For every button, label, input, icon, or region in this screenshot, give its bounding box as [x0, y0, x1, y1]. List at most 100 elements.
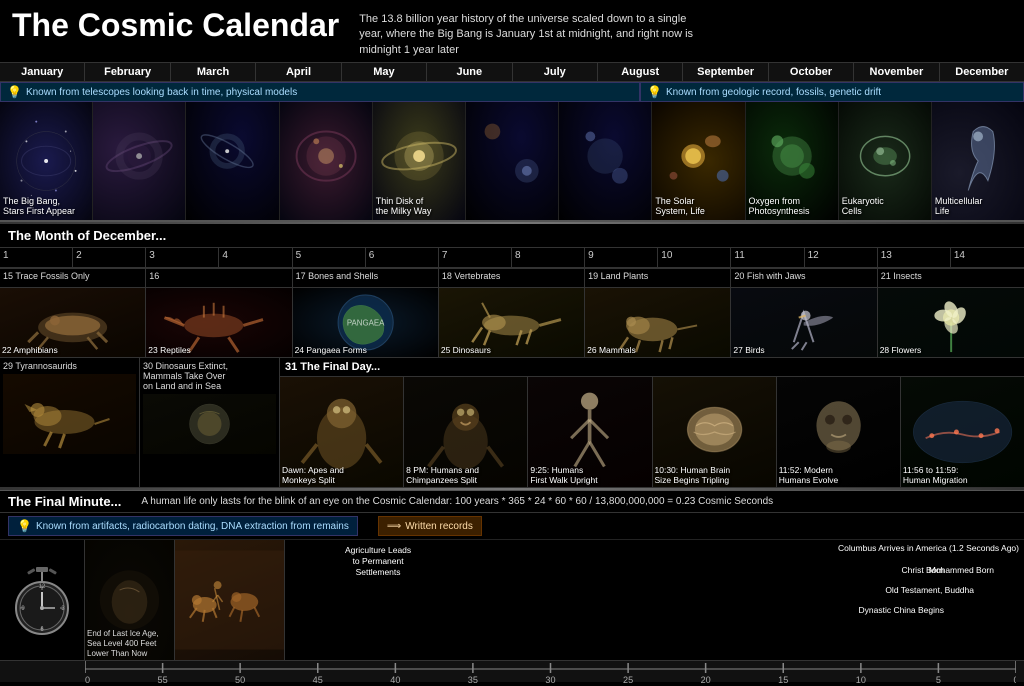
dec-day-14: 14 [951, 248, 1024, 268]
final-minute-subtitle: A human life only lasts for the blink of… [141, 496, 773, 507]
dec-caption-27: 27 Birds [733, 345, 764, 355]
img-jul [559, 102, 652, 220]
final-1030-brain: 10:30: Human BrainSize Begins Tripling [653, 377, 777, 487]
svg-text:35: 35 [468, 675, 478, 683]
final-caption-dawn: Dawn: Apes andMonkeys Split [282, 465, 344, 485]
img-dec-multi: MulticellularLife [932, 102, 1024, 220]
dec-day-1: 1 [0, 248, 73, 268]
img-may: Thin Disk ofthe Milky Way [373, 102, 466, 220]
dec-img-flowers: 28 Flowers [878, 288, 1024, 357]
dec-day-4: 4 [219, 248, 292, 268]
final-925-upright: 9:25: HumansFirst Walk Upright [528, 377, 652, 487]
dec-img-reptiles: 23 Reptiles [146, 288, 292, 357]
img-caption-nov: EukaryoticCells [842, 196, 884, 218]
lightbulb-icon2: 💡 [647, 85, 662, 99]
dec-cell-31: 31 The Final Day... Dawn: Apes andMonkey… [280, 358, 1024, 487]
dec-label-30: 30 Dinosaurs Extinct,Mammals Take Overon… [143, 361, 276, 391]
dec-img-mammals: 26 Mammals [585, 288, 731, 357]
month-october: October [769, 63, 854, 81]
dec-img-tyranno [3, 374, 136, 454]
dec-day-11: 11 [731, 248, 804, 268]
telescope-text: Known from telescopes looking back in ti… [26, 87, 297, 98]
dec-event-16: 16 [146, 269, 292, 287]
svg-text:5: 5 [936, 675, 941, 683]
img-caption-jan: The Big Bang,Stars First Appear [3, 196, 75, 218]
img-caption-dec-multi: MulticellularLife [935, 196, 983, 218]
header: The Cosmic Calendar The 13.8 billion yea… [0, 0, 1024, 62]
svg-text:45: 45 [313, 675, 323, 683]
page-title: The Cosmic Calendar [12, 8, 339, 43]
svg-text:12: 12 [39, 584, 46, 590]
tl-text-events: Agriculture Leadsto PermanentSettlements… [285, 540, 1024, 660]
dec-img-birds: 27 Birds [731, 288, 877, 357]
ruler-svg: 60 55 50 45 40 35 30 25 20 15 [85, 661, 1016, 683]
svg-text:15: 15 [778, 675, 788, 683]
dec-event-19: 19 Land Plants [585, 269, 731, 287]
final-caption-8pm: 8 PM: Humans andChimpanzees Split [406, 465, 479, 485]
final-caption-925: 9:25: HumansFirst Walk Upright [530, 465, 597, 485]
month-august: August [598, 63, 683, 81]
dec-event-15: 15 Trace Fossils Only [0, 269, 146, 287]
telescope-banner: 💡 Known from telescopes looking back in … [0, 82, 640, 102]
dec-day-8: 8 [512, 248, 585, 268]
december-days-grid: 1 2 3 4 5 6 7 8 9 10 11 12 13 14 [0, 248, 1024, 269]
dec-caption-23: 23 Reptiles [148, 345, 191, 355]
dec-event-20: 20 Fish with Jaws [731, 269, 877, 287]
month-december: December [940, 63, 1024, 81]
img-caption-oct: Oxygen fromPhotosynthesis [749, 196, 810, 218]
svg-text:20: 20 [701, 675, 711, 683]
dec-day-5: 5 [293, 248, 366, 268]
svg-text:PANGAEA: PANGAEA [346, 319, 384, 328]
subtitle: The 13.8 billion year history of the uni… [359, 8, 699, 58]
img-caption-sep: The SolarSystem, Life [655, 196, 705, 218]
dec-day-2: 2 [73, 248, 146, 268]
geologic-banner: 💡 Known from geologic record, fossils, g… [640, 82, 1024, 102]
timeline-area: 12 6 9 3 End of Last Ice Age,Sea Level 4… [0, 540, 1024, 660]
svg-text:10: 10 [856, 675, 866, 683]
image-strip: The Big Bang,Stars First Appear Thin Dis [0, 102, 1024, 222]
tl-dynastic: Dynastic China Begins [858, 605, 944, 615]
december-events-row1: 15 Trace Fossils Only 16 17 Bones and Sh… [0, 269, 1024, 288]
svg-text:50: 50 [235, 675, 245, 683]
final-8pm-chimps: 8 PM: Humans andChimpanzees Split [404, 377, 528, 487]
final-caption-1030: 10:30: Human BrainSize Begins Tripling [655, 465, 731, 485]
month-february: February [85, 63, 170, 81]
final-1152-modern: 11:52: ModernHumans Evolve [777, 377, 901, 487]
dec-event-17: 17 Bones and Shells [293, 269, 439, 287]
banner-row: 💡 Known from telescopes looking back in … [0, 82, 1024, 102]
tl-mohammed: Mohammed Born [929, 565, 994, 575]
dec-day-13: 13 [878, 248, 951, 268]
final-caption-1156: 11:56 to 11:59:Human Migration [903, 465, 968, 485]
dec-label-31: 31 The Final Day... [280, 358, 1024, 377]
month-september: September [683, 63, 768, 81]
svg-text:25: 25 [623, 675, 633, 683]
img-feb [93, 102, 186, 220]
month-may: May [342, 63, 427, 81]
dec-caption-25: 25 Dinosaurs [441, 345, 491, 355]
stopwatch-area: 12 6 9 3 [0, 540, 85, 660]
month-june: June [427, 63, 512, 81]
dec-img-dino-ext [143, 394, 276, 454]
dec-img-row-amphibians: 22 Amphibians 23 Reptiles P [0, 288, 1024, 358]
dec-caption-28: 28 Flowers [880, 345, 922, 355]
svg-text:30: 30 [545, 675, 555, 683]
dec-label-29: 29 Tyrannosaurids [3, 361, 136, 371]
december-title: The Month of December... [8, 228, 166, 243]
december-section: The Month of December... 1 2 3 4 5 6 7 8… [0, 224, 1024, 488]
tl-caption-ice: End of Last Ice Age,Sea Level 400 FeetLo… [87, 629, 159, 658]
dec-cell-30: 30 Dinosaurs Extinct,Mammals Take Overon… [140, 358, 280, 487]
final-minute-section: The Final Minute... A human life only la… [0, 490, 1024, 682]
dec-cell-29: 29 Tyrannosaurids [0, 358, 140, 487]
final-banners: 💡 Known from artifacts, radiocarbon dati… [0, 513, 1024, 540]
dec-day-10: 10 [658, 248, 731, 268]
artifacts-text: Known from artifacts, radiocarbon dating… [36, 521, 349, 532]
dec-event-18: 18 Vertebrates [439, 269, 585, 287]
svg-text:0: 0 [1013, 675, 1016, 683]
dec-day-6: 6 [366, 248, 439, 268]
month-bar: January February March April May June Ju… [0, 62, 1024, 82]
final-day-events: Dawn: Apes andMonkeys Split 8 PM: Humans… [280, 377, 1024, 487]
month-march: March [171, 63, 256, 81]
written-text: Written records [405, 521, 473, 532]
dec-day-7: 7 [439, 248, 512, 268]
december-header: The Month of December... [0, 224, 1024, 248]
